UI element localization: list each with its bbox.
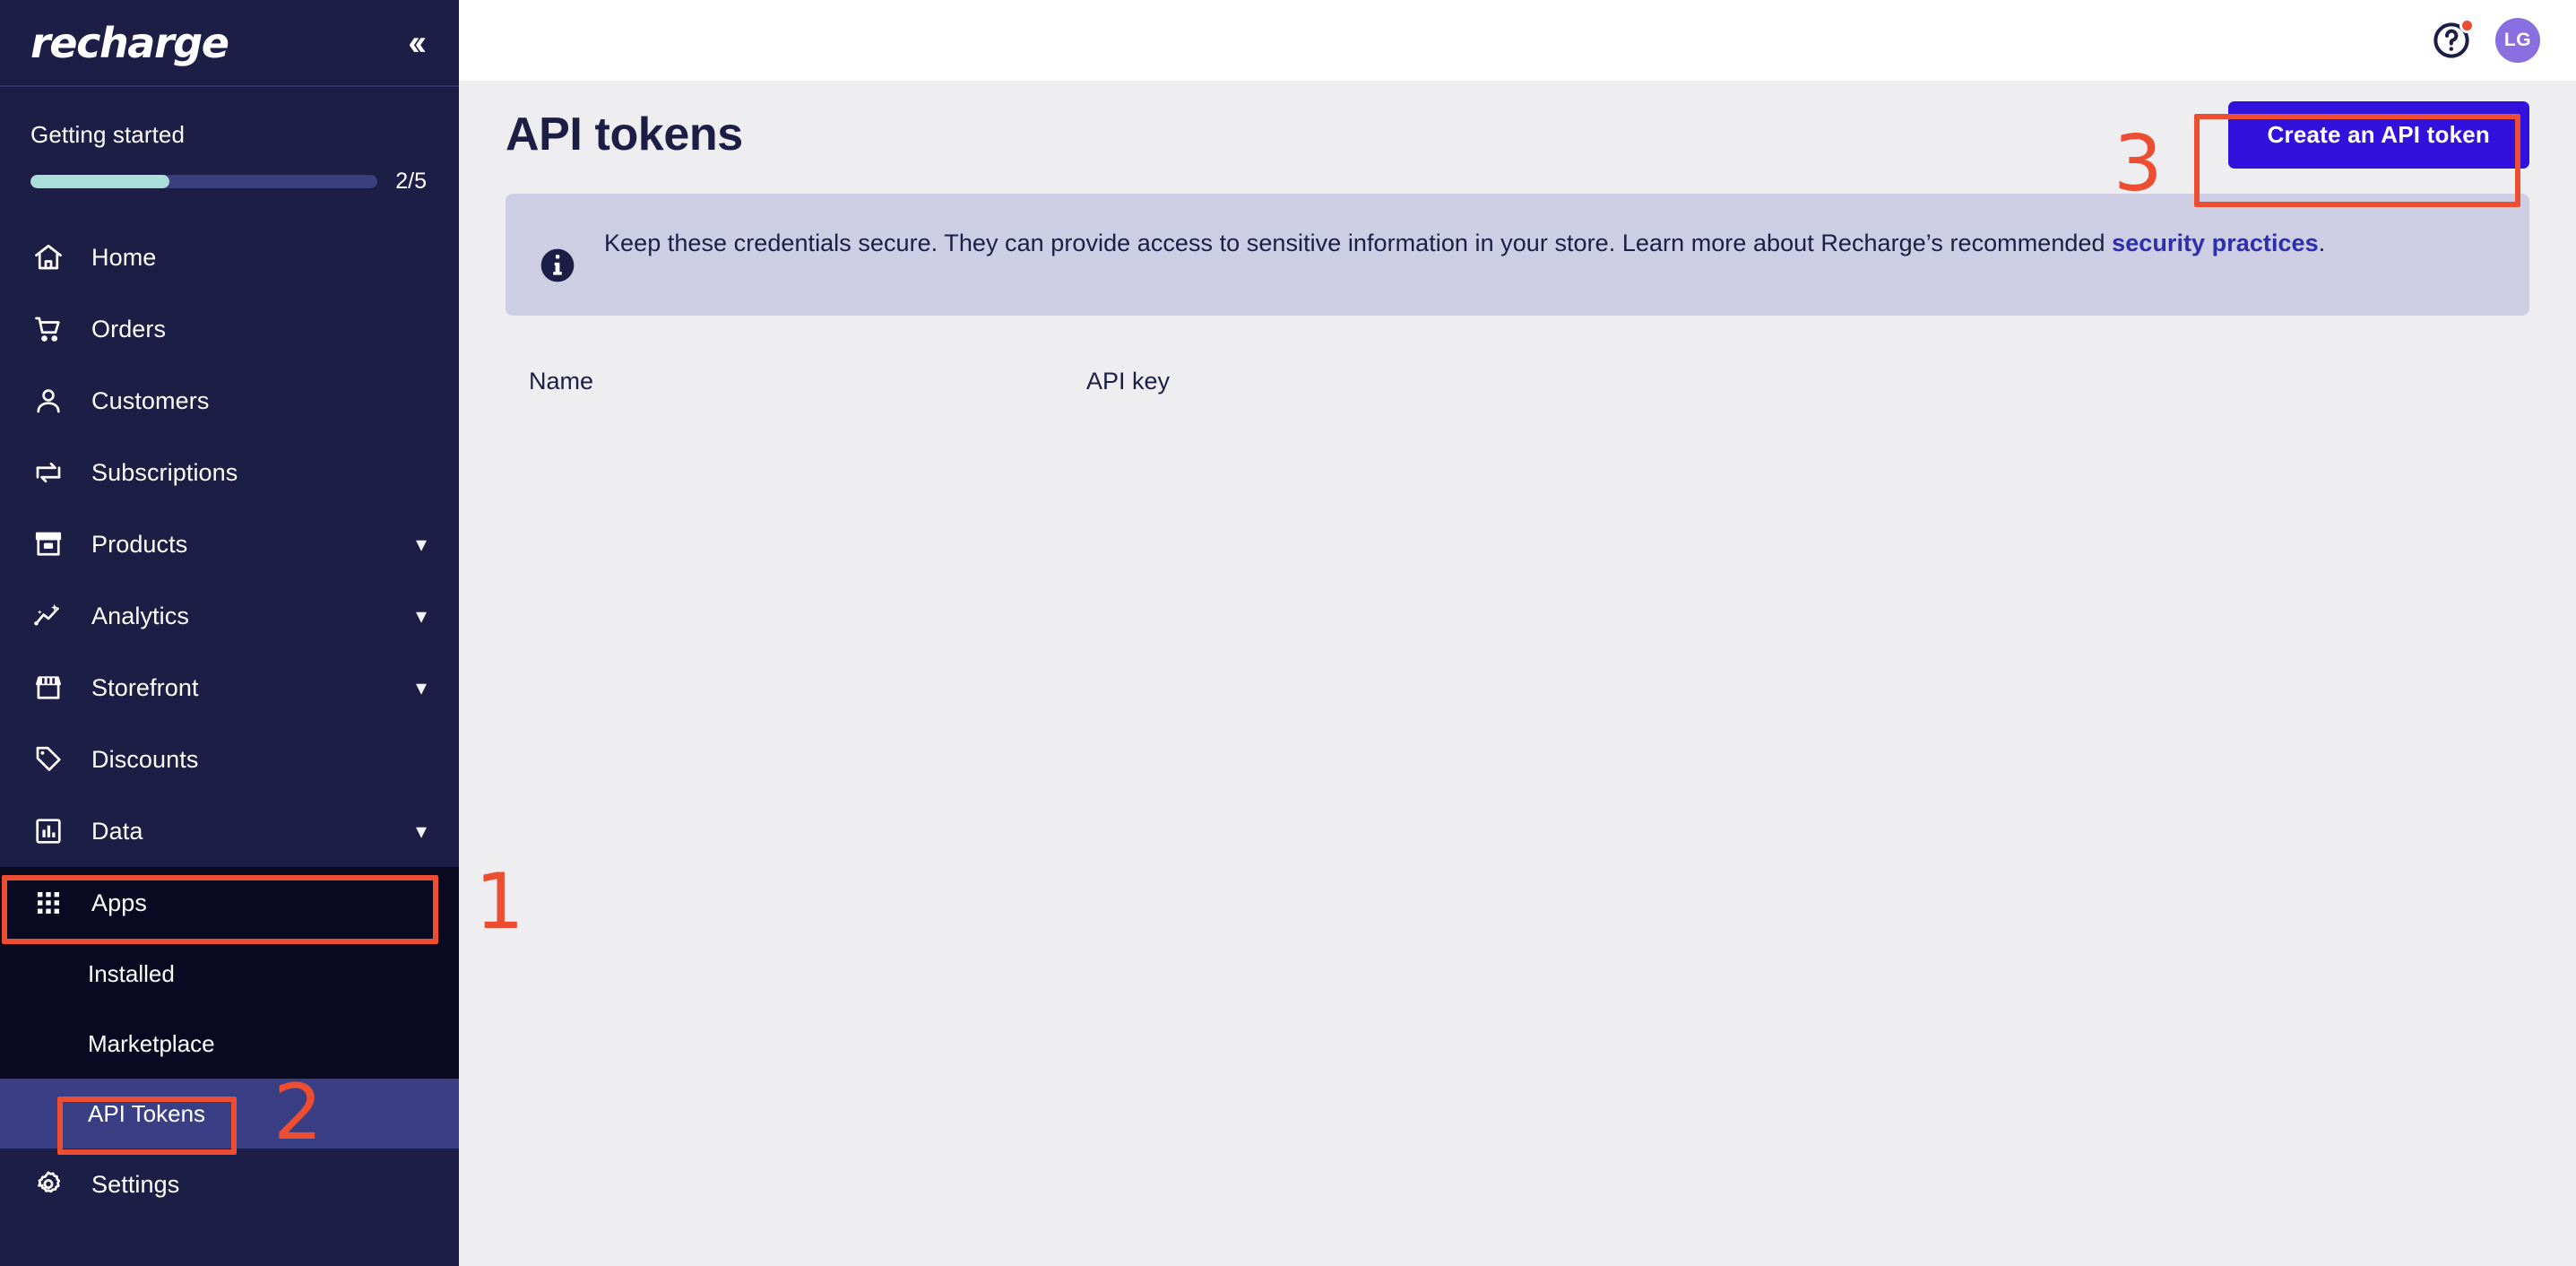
- recharge-logo: recharge: [30, 18, 229, 67]
- sidebar-item-home[interactable]: Home: [0, 221, 459, 293]
- sidebar-subitem-label: Marketplace: [88, 1029, 215, 1057]
- sidebar-item-label: Storefront: [91, 673, 199, 701]
- sidebar-item-label: Settings: [91, 1170, 180, 1198]
- app-root: recharge ‹‹ Getting started 2/5 Home Ord…: [0, 0, 2576, 1266]
- sidebar-settings-wrap: Settings: [0, 1149, 459, 1220]
- repeat-icon: [30, 455, 66, 490]
- page-title: API tokens: [506, 108, 743, 160]
- sidebar-item-storefront[interactable]: Storefront ▾: [0, 652, 459, 724]
- column-header-api-key: API key: [1086, 368, 1171, 395]
- storefront-icon: [30, 670, 66, 706]
- sidebar-apps-group: Apps Installed Marketplace API Tokens: [0, 867, 459, 1149]
- chevron-down-icon[interactable]: ▾: [416, 819, 427, 845]
- progress-count-label: 2/5: [395, 169, 427, 194]
- sidebar-item-discounts[interactable]: Discounts: [0, 724, 459, 795]
- sidebar-item-label: Analytics: [91, 602, 189, 629]
- banner-text-before: Keep these credentials secure. They can …: [604, 230, 2113, 256]
- getting-started-progress-row: 2/5: [30, 169, 427, 195]
- progress-bar-fill: [30, 175, 169, 188]
- progress-bar-track: [30, 175, 378, 188]
- getting-started-section: Getting started 2/5: [0, 87, 459, 214]
- notification-dot: [2459, 18, 2475, 33]
- sidebar-item-data[interactable]: Data ▾: [0, 795, 459, 867]
- tokens-table-header: Name API key: [506, 368, 2529, 395]
- sidebar-subitem-api-tokens[interactable]: API Tokens: [0, 1079, 459, 1149]
- home-icon: [30, 239, 66, 275]
- sidebar-item-label: Discounts: [91, 745, 199, 773]
- bar-chart-icon: [30, 813, 66, 849]
- sidebar-item-apps[interactable]: Apps: [0, 867, 459, 939]
- analytics-icon: [30, 598, 66, 634]
- sidebar-item-label: Orders: [91, 315, 167, 343]
- sidebar-brand-bar: recharge ‹‹: [0, 0, 459, 87]
- sidebar-item-label: Data: [91, 817, 143, 845]
- cart-icon: [30, 311, 66, 347]
- sidebar-item-analytics[interactable]: Analytics ▾: [0, 580, 459, 652]
- grid-icon: [30, 885, 66, 921]
- chevron-double-left-icon[interactable]: ‹‹: [408, 25, 427, 61]
- getting-started-title: Getting started: [30, 121, 186, 148]
- help-circle-icon[interactable]: [2431, 18, 2475, 61]
- chevron-down-icon[interactable]: ▾: [416, 675, 427, 701]
- sidebar-item-products[interactable]: Products ▾: [0, 508, 459, 580]
- sidebar-item-subscriptions[interactable]: Subscriptions: [0, 437, 459, 508]
- person-icon: [30, 383, 66, 419]
- create-api-token-button[interactable]: Create an API token: [2227, 100, 2529, 169]
- sidebar-item-label: Home: [91, 243, 157, 271]
- sidebar-subitem-label: API Tokens: [88, 1099, 206, 1127]
- topbar: LG: [459, 0, 2576, 81]
- banner-text-after: .: [2318, 230, 2326, 256]
- avatar[interactable]: LG: [2495, 18, 2540, 63]
- gear-icon: [30, 1166, 66, 1202]
- security-practices-link[interactable]: security practices: [2112, 230, 2319, 256]
- chevron-down-icon[interactable]: ▾: [416, 603, 427, 629]
- sidebar-subitem-marketplace[interactable]: Marketplace: [0, 1009, 459, 1079]
- chevron-down-icon[interactable]: ▾: [416, 532, 427, 558]
- sidebar: recharge ‹‹ Getting started 2/5 Home Ord…: [0, 0, 459, 1266]
- column-header-name: Name: [529, 368, 594, 395]
- sidebar-item-customers[interactable]: Customers: [0, 365, 459, 437]
- security-info-banner: Keep these credentials secure. They can …: [506, 194, 2529, 316]
- sidebar-nav: Home Orders Customers Subscriptions Prod…: [0, 214, 459, 1266]
- sidebar-item-settings[interactable]: Settings: [0, 1149, 459, 1220]
- sidebar-subitem-installed[interactable]: Installed: [0, 939, 459, 1009]
- box-icon: [30, 526, 66, 562]
- page-content: API tokens Create an API token Keep thes…: [459, 81, 2576, 1266]
- sidebar-item-label: Products: [91, 530, 188, 558]
- tag-icon: [30, 741, 66, 777]
- main-region: LG API tokens Create an API token Keep t…: [459, 0, 2576, 1266]
- sidebar-item-label: Apps: [91, 889, 147, 916]
- banner-text: Keep these credentials secure. They can …: [604, 222, 2325, 264]
- page-header: API tokens Create an API token: [506, 81, 2529, 188]
- sidebar-subitem-label: Installed: [88, 959, 175, 987]
- sidebar-item-label: Subscriptions: [91, 458, 238, 486]
- sidebar-item-orders[interactable]: Orders: [0, 293, 459, 365]
- sidebar-item-label: Customers: [91, 386, 210, 414]
- info-icon: [538, 222, 577, 285]
